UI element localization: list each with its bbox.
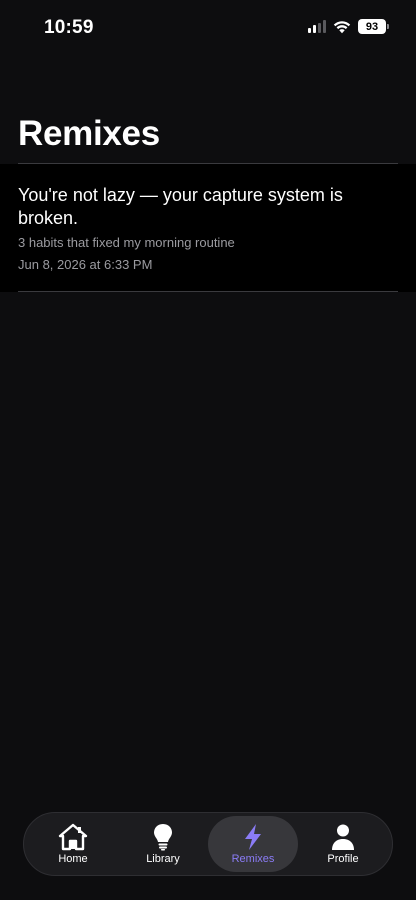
tab-remixes[interactable]: Remixes bbox=[208, 816, 298, 872]
status-indicators: 93 bbox=[308, 19, 389, 34]
wifi-icon bbox=[333, 20, 351, 33]
home-icon bbox=[58, 823, 88, 851]
divider bbox=[18, 291, 398, 292]
person-icon bbox=[332, 824, 354, 850]
remixes-screen: 10:59 93 Remixes You're not lazy — your … bbox=[0, 0, 416, 900]
lightning-icon bbox=[245, 824, 261, 850]
tab-home-label: Home bbox=[58, 853, 88, 865]
cellular-signal-icon bbox=[308, 20, 326, 33]
tab-library-label: Library bbox=[146, 853, 180, 865]
status-bar: 10:59 93 bbox=[0, 0, 416, 54]
tab-remixes-label: Remixes bbox=[231, 853, 275, 865]
remix-title: You're not lazy — your capture system is… bbox=[18, 185, 343, 228]
battery-indicator: 93 bbox=[358, 19, 389, 34]
lightbulb-icon bbox=[154, 824, 172, 851]
page-title: Remixes bbox=[18, 114, 160, 153]
status-time: 10:59 bbox=[44, 17, 94, 38]
tab-profile-label: Profile bbox=[327, 853, 359, 865]
remix-list-item[interactable]: You're not lazy — your capture system is… bbox=[0, 164, 416, 292]
tab-bar: Home Library Remixes Profile bbox=[23, 812, 393, 876]
tab-library[interactable]: Library bbox=[118, 816, 208, 872]
tab-profile[interactable]: Profile bbox=[298, 816, 388, 872]
remix-date: Jun 8, 2026 at 6:33 PM bbox=[18, 257, 153, 272]
tab-home[interactable]: Home bbox=[28, 816, 118, 872]
remix-subtitle: 3 habits that fixed my morning routine bbox=[18, 235, 235, 250]
